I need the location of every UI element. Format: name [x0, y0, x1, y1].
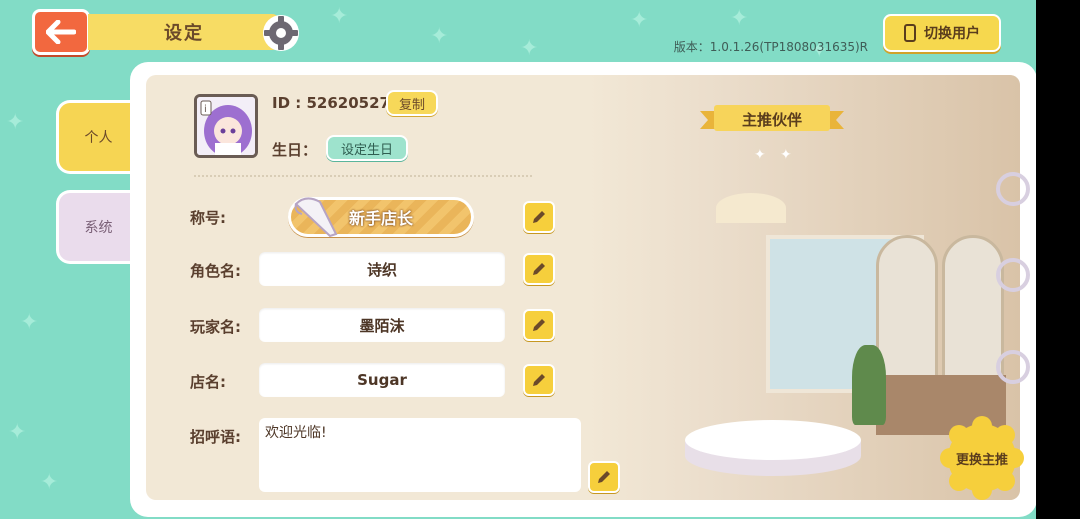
binder-ring	[996, 258, 1030, 292]
set-birthday-button[interactable]: 设定生日	[326, 135, 408, 161]
change-partner-button[interactable]: 更换主推	[940, 416, 1024, 500]
switch-user-button[interactable]: 切换用户	[883, 14, 1001, 52]
back-button[interactable]	[32, 9, 90, 55]
sparkle-icon: ✦	[780, 147, 792, 163]
player-id: ID : 52620527	[272, 94, 390, 112]
shelf-illustration	[942, 235, 1004, 391]
sparkle-icon: ✦	[754, 147, 766, 163]
binder-ring	[996, 350, 1030, 384]
title-value: 新手店长	[348, 209, 413, 228]
greeting-label: 招呼语:	[190, 428, 241, 446]
plant-illustration	[852, 345, 886, 425]
shop-name-field[interactable]: Sugar	[259, 363, 505, 397]
edit-role-name-button[interactable]	[523, 253, 555, 285]
edit-pencil-icon	[533, 263, 545, 275]
role-name-field[interactable]: 诗织	[259, 252, 505, 286]
lamp-illustration	[716, 193, 786, 223]
edit-pencil-icon	[533, 211, 545, 223]
tab-personal-label: 个人	[84, 130, 113, 146]
greeting-field[interactable]: 欢迎光临!	[259, 418, 581, 492]
page-title-banner: 设定	[88, 14, 280, 50]
tab-personal[interactable]: 个人	[56, 100, 138, 174]
partner-pedestal	[685, 420, 861, 476]
copy-id-button[interactable]: 复制	[386, 90, 438, 116]
title-label: 称号:	[190, 209, 226, 227]
shop-name-label: 店名:	[190, 373, 226, 391]
edit-greeting-button[interactable]	[588, 461, 620, 493]
avatar[interactable]: i	[194, 94, 258, 158]
gear-icon	[263, 15, 299, 51]
player-name-label: 玩家名:	[190, 318, 241, 336]
edit-shop-name-button[interactable]	[523, 364, 555, 396]
edit-pencil-icon	[598, 471, 610, 483]
tab-system[interactable]: 系统	[56, 190, 138, 264]
edit-player-name-button[interactable]	[523, 309, 555, 341]
page-title: 设定	[164, 23, 204, 44]
version-text: 版本：1.0.1.26(TP1808031635)R	[673, 40, 868, 54]
role-name-label: 角色名:	[190, 262, 241, 280]
tab-system-label: 系统	[84, 220, 113, 236]
binder-ring	[996, 172, 1030, 206]
back-arrow-icon	[46, 20, 76, 44]
partner-ribbon: 主推伙伴	[741, 110, 802, 129]
character-portrait: i	[197, 97, 255, 155]
edit-pencil-icon	[533, 374, 545, 386]
edit-title-button[interactable]	[523, 201, 555, 233]
svg-text:i: i	[204, 104, 207, 115]
switch-user-label: 切换用户	[924, 26, 980, 42]
edit-pencil-icon	[533, 319, 545, 331]
piping-bag-icon	[294, 197, 338, 238]
birthday-label: 生日：	[272, 141, 318, 159]
change-partner-label: 更换主推	[955, 452, 1008, 468]
screen-edge	[1036, 0, 1080, 519]
player-name-field[interactable]: 墨陌沫	[259, 308, 505, 342]
divider	[194, 175, 532, 177]
phone-icon	[904, 24, 916, 42]
